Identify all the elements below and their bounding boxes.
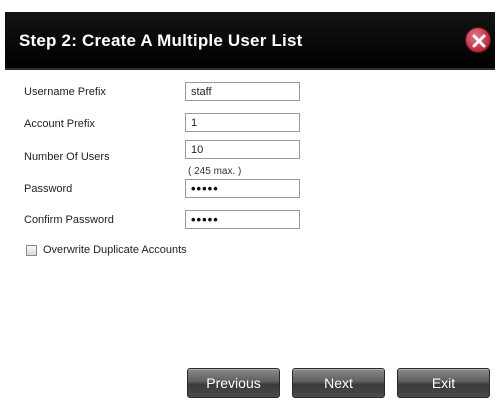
number-of-users-input[interactable] [185, 140, 300, 159]
previous-button[interactable]: Previous [187, 368, 280, 398]
number-of-users-hint: ( 245 max. ) [188, 166, 242, 177]
confirm-password-input[interactable]: ••••• [185, 210, 300, 229]
create-user-list-dialog: Step 2: Create A Multiple User List User… [5, 5, 495, 402]
exit-button[interactable]: Exit [397, 368, 490, 398]
next-button[interactable]: Next [292, 368, 385, 398]
username-prefix-input[interactable] [185, 82, 300, 101]
user-list-form: Username Prefix Account Prefix Number Of… [5, 5, 495, 402]
overwrite-duplicate-checkbox[interactable] [26, 245, 37, 256]
account-prefix-input[interactable] [185, 113, 300, 132]
number-of-users-label: Number Of Users [24, 151, 110, 163]
password-input[interactable]: ••••• [185, 179, 300, 198]
overwrite-duplicate-label: Overwrite Duplicate Accounts [43, 244, 187, 256]
username-prefix-label: Username Prefix [24, 86, 106, 98]
confirm-password-label: Confirm Password [24, 214, 114, 226]
password-label: Password [24, 183, 73, 195]
account-prefix-label: Account Prefix [24, 118, 95, 130]
